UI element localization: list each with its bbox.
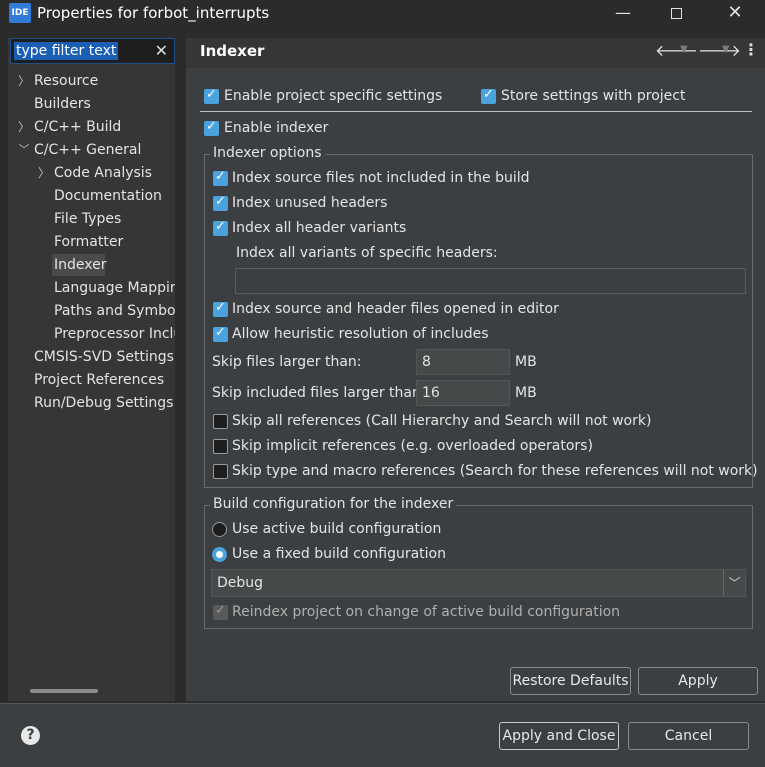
horizontal-scrollbar[interactable] xyxy=(30,689,98,693)
skip-included-label: Skip included files larger than: xyxy=(212,385,426,401)
not-in-build-label: Index source files not included in the b… xyxy=(232,170,530,186)
tree-item-label: Run/Debug Settings xyxy=(34,395,174,411)
enable-project-specific-label: Enable project specific settings xyxy=(224,88,443,104)
tree-item-label: Formatter xyxy=(54,234,124,250)
skip-included-unit: MB xyxy=(515,385,537,401)
forward-arrow-icon[interactable]: 🡒 xyxy=(698,40,741,60)
heuristic-label: Allow heuristic resolution of includes xyxy=(232,326,489,342)
unused-headers-checkbox[interactable] xyxy=(213,194,228,211)
all-header-variants-checkbox[interactable] xyxy=(213,219,228,236)
skip-all-refs-label: Skip all references (Call Hierarchy and … xyxy=(232,413,652,429)
all-header-variants-label: Index all header variants xyxy=(232,220,407,236)
skip-type-macro-refs-label: Skip type and macro references (Search f… xyxy=(232,463,758,479)
apply-and-close-button[interactable]: Apply and Close xyxy=(499,722,619,750)
fixed-config-select[interactable]: Debug ﹀ xyxy=(211,569,746,597)
skip-implicit-refs-checkbox[interactable] xyxy=(213,439,228,454)
back-dropdown-icon[interactable]: ▼ xyxy=(680,44,688,55)
chevron-right-icon[interactable]: 〉 xyxy=(38,162,50,184)
cancel-button[interactable]: Cancel xyxy=(628,722,749,750)
tree-item-label: Code Analysis xyxy=(54,165,152,181)
close-icon[interactable]: ✕ xyxy=(707,0,763,26)
tree-item-label: Paths and Symbols xyxy=(54,303,175,319)
help-icon[interactable]: ? xyxy=(21,726,40,745)
chevron-down-icon[interactable]: ﹀ xyxy=(18,139,30,161)
use-active-radio[interactable] xyxy=(212,522,227,537)
restore-defaults-button[interactable]: Restore Defaults xyxy=(510,667,631,695)
enable-indexer-label: Enable indexer xyxy=(224,120,329,136)
tree-item-label: Builders xyxy=(34,96,91,112)
tree-item-label: Preprocessor Inclu xyxy=(54,326,175,342)
enable-indexer-checkbox[interactable] xyxy=(204,119,219,136)
heuristic-checkbox[interactable] xyxy=(213,325,228,342)
use-active-label: Use active build configuration xyxy=(232,521,442,537)
build-config-legend: Build configuration for the indexer xyxy=(210,496,457,512)
specific-headers-label: Index all variants of specific headers: xyxy=(236,245,498,261)
tree-item-label: Language Mapping xyxy=(54,280,175,296)
use-fixed-radio[interactable] xyxy=(212,547,227,562)
opened-in-editor-checkbox[interactable] xyxy=(213,300,228,317)
tree-item-label: C/C++ Build xyxy=(34,119,122,135)
minimize-icon[interactable]: — xyxy=(595,0,651,26)
tree-item-label: C/C++ General xyxy=(34,142,142,158)
fixed-config-value: Debug xyxy=(217,575,264,591)
back-arrow-icon[interactable]: 🡐 xyxy=(655,40,698,60)
chevron-right-icon[interactable]: 〉 xyxy=(18,116,30,138)
tree-item-label: Indexer xyxy=(54,257,107,273)
tree-item-label: Project References xyxy=(34,372,165,388)
tree-item-label: Documentation xyxy=(54,188,162,204)
use-fixed-label: Use a fixed build configuration xyxy=(232,546,446,562)
indexer-options-legend: Indexer options xyxy=(210,145,325,161)
page-title: Indexer xyxy=(200,42,265,60)
forward-dropdown-icon[interactable]: ▼ xyxy=(722,44,730,55)
apply-button[interactable]: Apply xyxy=(638,667,758,695)
store-with-project-label: Store settings with project xyxy=(501,88,686,104)
maximize-icon[interactable] xyxy=(648,0,704,26)
separator xyxy=(200,111,752,112)
tree-item-label: Resource xyxy=(34,73,99,89)
skip-all-refs-checkbox[interactable] xyxy=(213,414,228,429)
enable-project-specific-checkbox[interactable] xyxy=(204,87,219,104)
not-in-build-checkbox[interactable] xyxy=(213,169,228,186)
skip-implicit-refs-label: Skip implicit references (e.g. overloade… xyxy=(232,438,593,454)
unused-headers-label: Index unused headers xyxy=(232,195,388,211)
skip-larger-label: Skip files larger than: xyxy=(212,354,362,370)
tree-item-label: CMSIS-SVD Settings xyxy=(34,349,174,365)
chevron-right-icon[interactable]: 〉 xyxy=(18,70,30,92)
reindex-on-change-label: Reindex project on change of active buil… xyxy=(232,604,621,620)
opened-in-editor-label: Index source and header files opened in … xyxy=(232,301,559,317)
skip-larger-unit: MB xyxy=(515,354,537,370)
reindex-on-change-checkbox[interactable] xyxy=(213,603,228,620)
chevron-down-icon[interactable]: ﹀ xyxy=(723,570,745,596)
skip-larger-input[interactable]: 8 xyxy=(416,349,510,375)
view-menu-icon[interactable]: ⋮ xyxy=(743,40,759,59)
specific-headers-input[interactable] xyxy=(235,268,746,294)
store-with-project-checkbox[interactable] xyxy=(481,87,496,104)
tree-item-label: File Types xyxy=(54,211,122,227)
skip-included-input[interactable]: 16 xyxy=(416,380,510,406)
skip-type-macro-refs-checkbox[interactable] xyxy=(213,464,228,479)
tree-items: 〉 Resource Builders 〉 C/C++ Build ﹀ C/C++ Gene… xyxy=(0,0,175,700)
